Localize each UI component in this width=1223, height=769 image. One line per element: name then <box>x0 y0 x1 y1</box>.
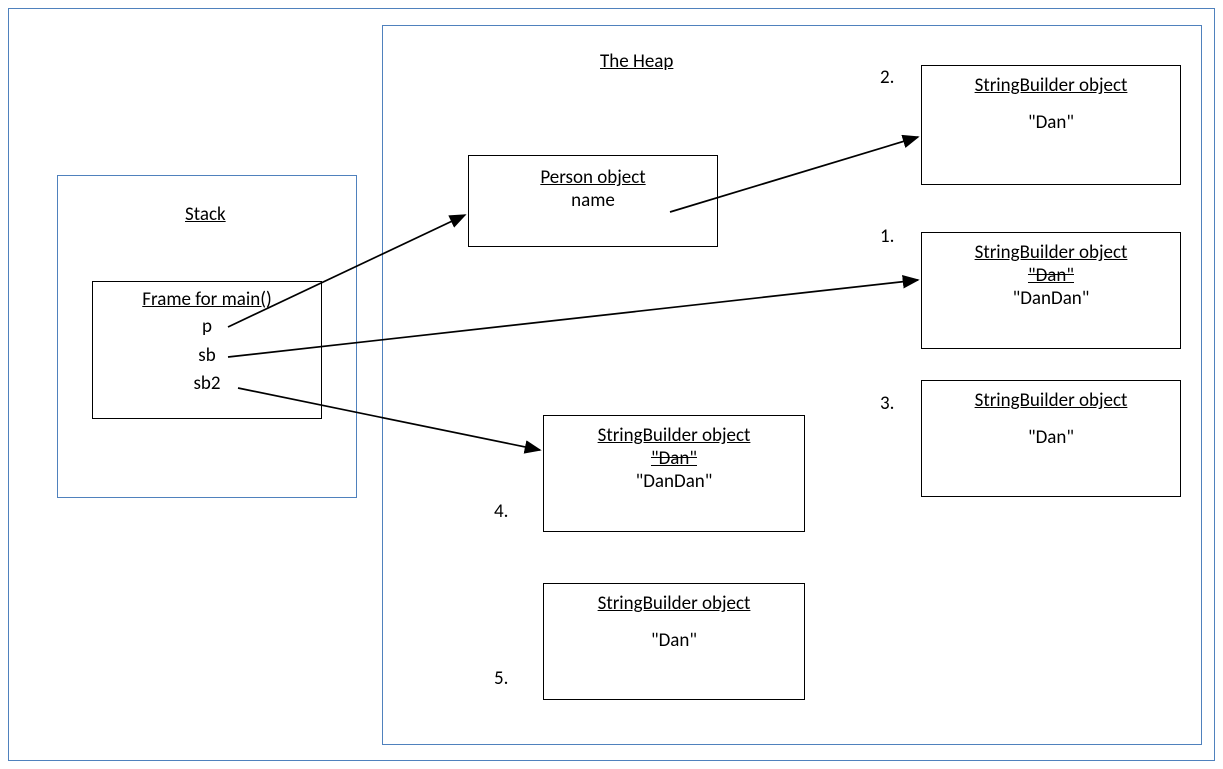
label-5: 5. <box>494 667 508 690</box>
label-1: 1. <box>880 225 894 248</box>
sb1-old-value: "Dan" <box>922 264 1180 287</box>
sb2-value: "Dan" <box>922 111 1180 134</box>
label-3: 3. <box>880 392 894 415</box>
stringbuilder-box-5: StringBuilder object "Dan" <box>543 583 805 700</box>
var-sb2: sb2 <box>93 370 321 399</box>
var-p: p <box>93 313 321 342</box>
stack-title: Stack <box>185 203 226 226</box>
sb2-title: StringBuilder object <box>922 74 1180 97</box>
sb4-title: StringBuilder object <box>544 424 804 447</box>
person-field-name: name <box>469 189 717 212</box>
stringbuilder-box-3: StringBuilder object "Dan" <box>921 380 1181 497</box>
sb5-title: StringBuilder object <box>544 592 804 615</box>
stringbuilder-box-2: StringBuilder object "Dan" <box>921 65 1181 185</box>
stack-frame-box: Frame for main() p sb sb2 <box>92 281 322 419</box>
person-title: Person object <box>469 166 717 189</box>
frame-title: Frame for main() <box>93 288 321 311</box>
sb4-old-value: "Dan" <box>544 447 804 470</box>
sb3-title: StringBuilder object <box>922 389 1180 412</box>
sb5-value: "Dan" <box>544 629 804 652</box>
sb1-new-value: "DanDan" <box>922 287 1180 310</box>
var-sb: sb <box>93 342 321 371</box>
stringbuilder-box-4: StringBuilder object "Dan" "DanDan" <box>543 415 805 532</box>
person-object-box: Person object name <box>468 155 718 247</box>
heap-title: The Heap <box>600 50 673 73</box>
sb4-new-value: "DanDan" <box>544 470 804 493</box>
sb3-value: "Dan" <box>922 426 1180 449</box>
sb1-title: StringBuilder object <box>922 241 1180 264</box>
label-4: 4. <box>494 500 508 523</box>
label-2: 2. <box>880 66 894 89</box>
stringbuilder-box-1: StringBuilder object "Dan" "DanDan" <box>921 232 1181 349</box>
